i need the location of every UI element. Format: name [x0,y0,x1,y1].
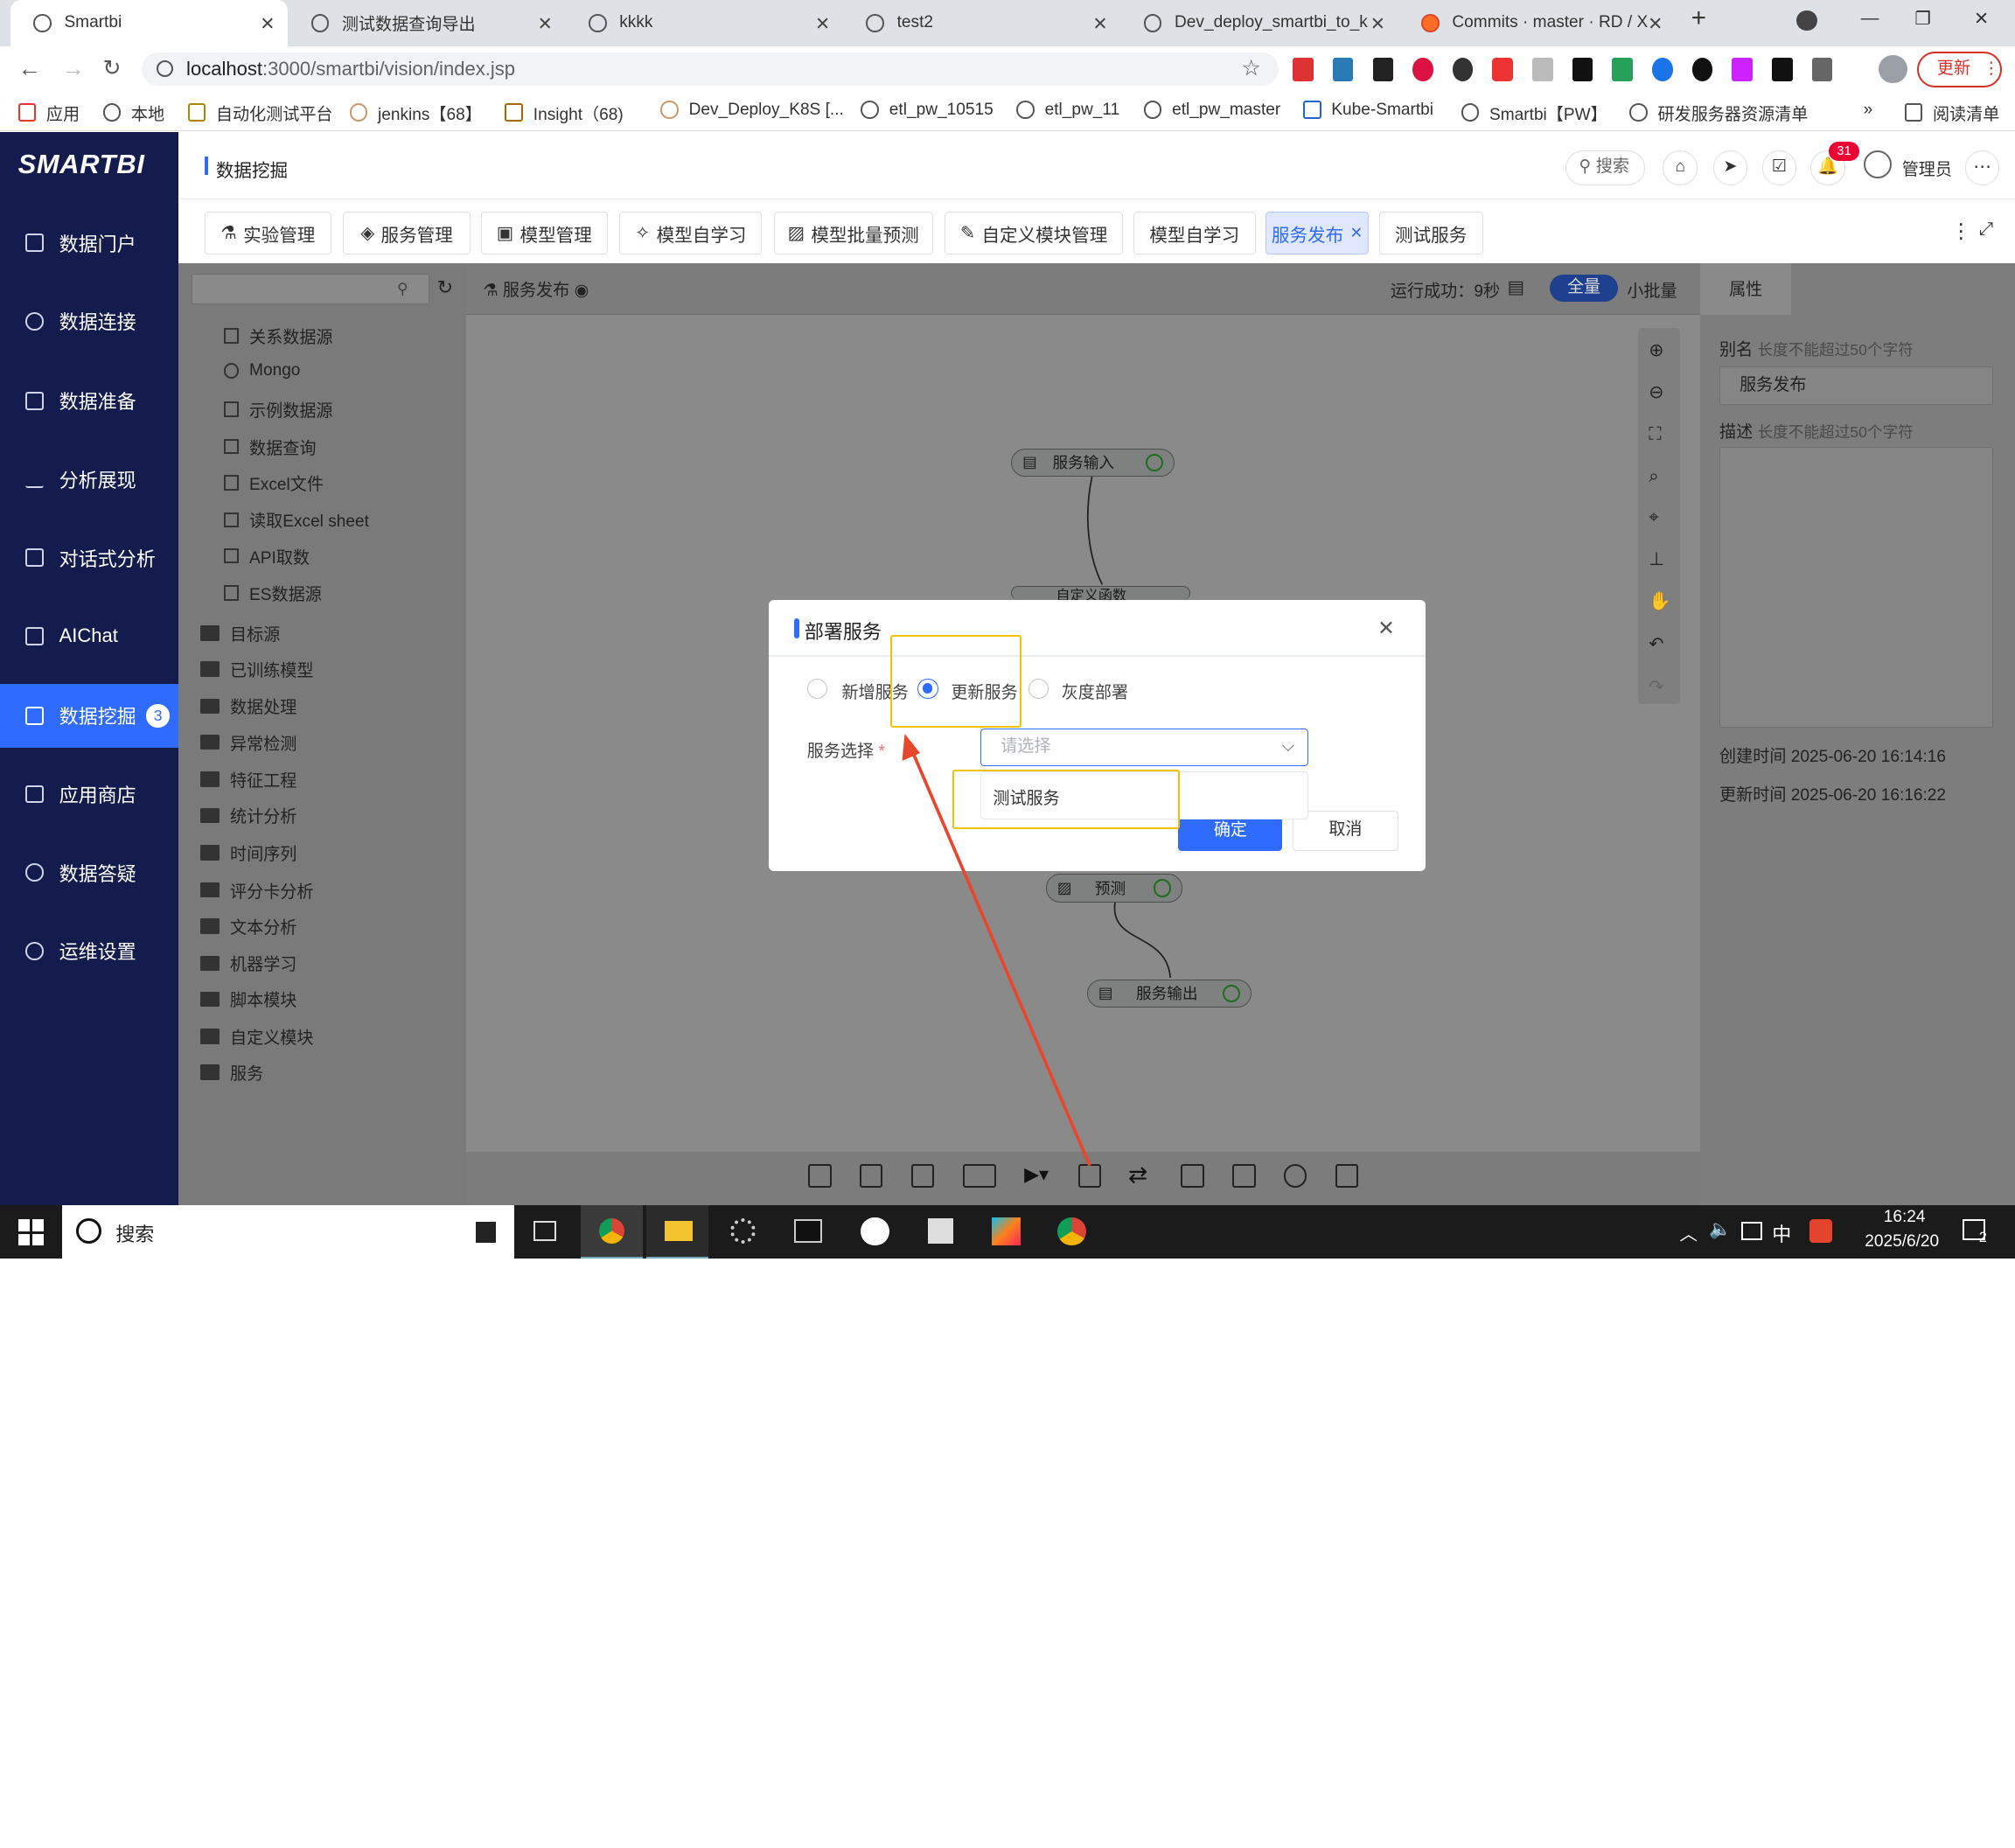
terminal-icon[interactable] [794,1219,823,1243]
chrome-icon [598,1217,625,1245]
chrome-icon[interactable] [1057,1217,1086,1245]
notification-count: 2 [1978,1230,1987,1246]
app-icon[interactable] [861,1217,889,1245]
network-icon[interactable] [1741,1222,1762,1240]
clock-time[interactable]: 16:24 [1856,1208,1954,1227]
taskbar-chrome[interactable] [581,1205,643,1259]
tray-chevron-icon[interactable]: ︿ [1680,1219,1698,1245]
annotation-arrow [902,734,1091,1167]
square-icon [475,1222,497,1243]
sogou-icon[interactable] [1809,1219,1833,1243]
windows-start-icon[interactable] [17,1219,44,1245]
taskbar-explorer[interactable] [646,1205,708,1259]
app-icon[interactable] [927,1217,954,1245]
task-view-icon[interactable] [533,1220,557,1242]
taskbar-search[interactable]: 搜索 [61,1205,514,1259]
ime-indicator[interactable]: 中 [1772,1219,1791,1247]
volume-icon[interactable]: 🔈 [1709,1219,1732,1240]
folder-icon [664,1220,693,1242]
cortana-icon [75,1217,102,1245]
clock-date[interactable]: 2025/6/20 [1851,1232,1954,1252]
intellij-icon[interactable] [992,1217,1021,1245]
